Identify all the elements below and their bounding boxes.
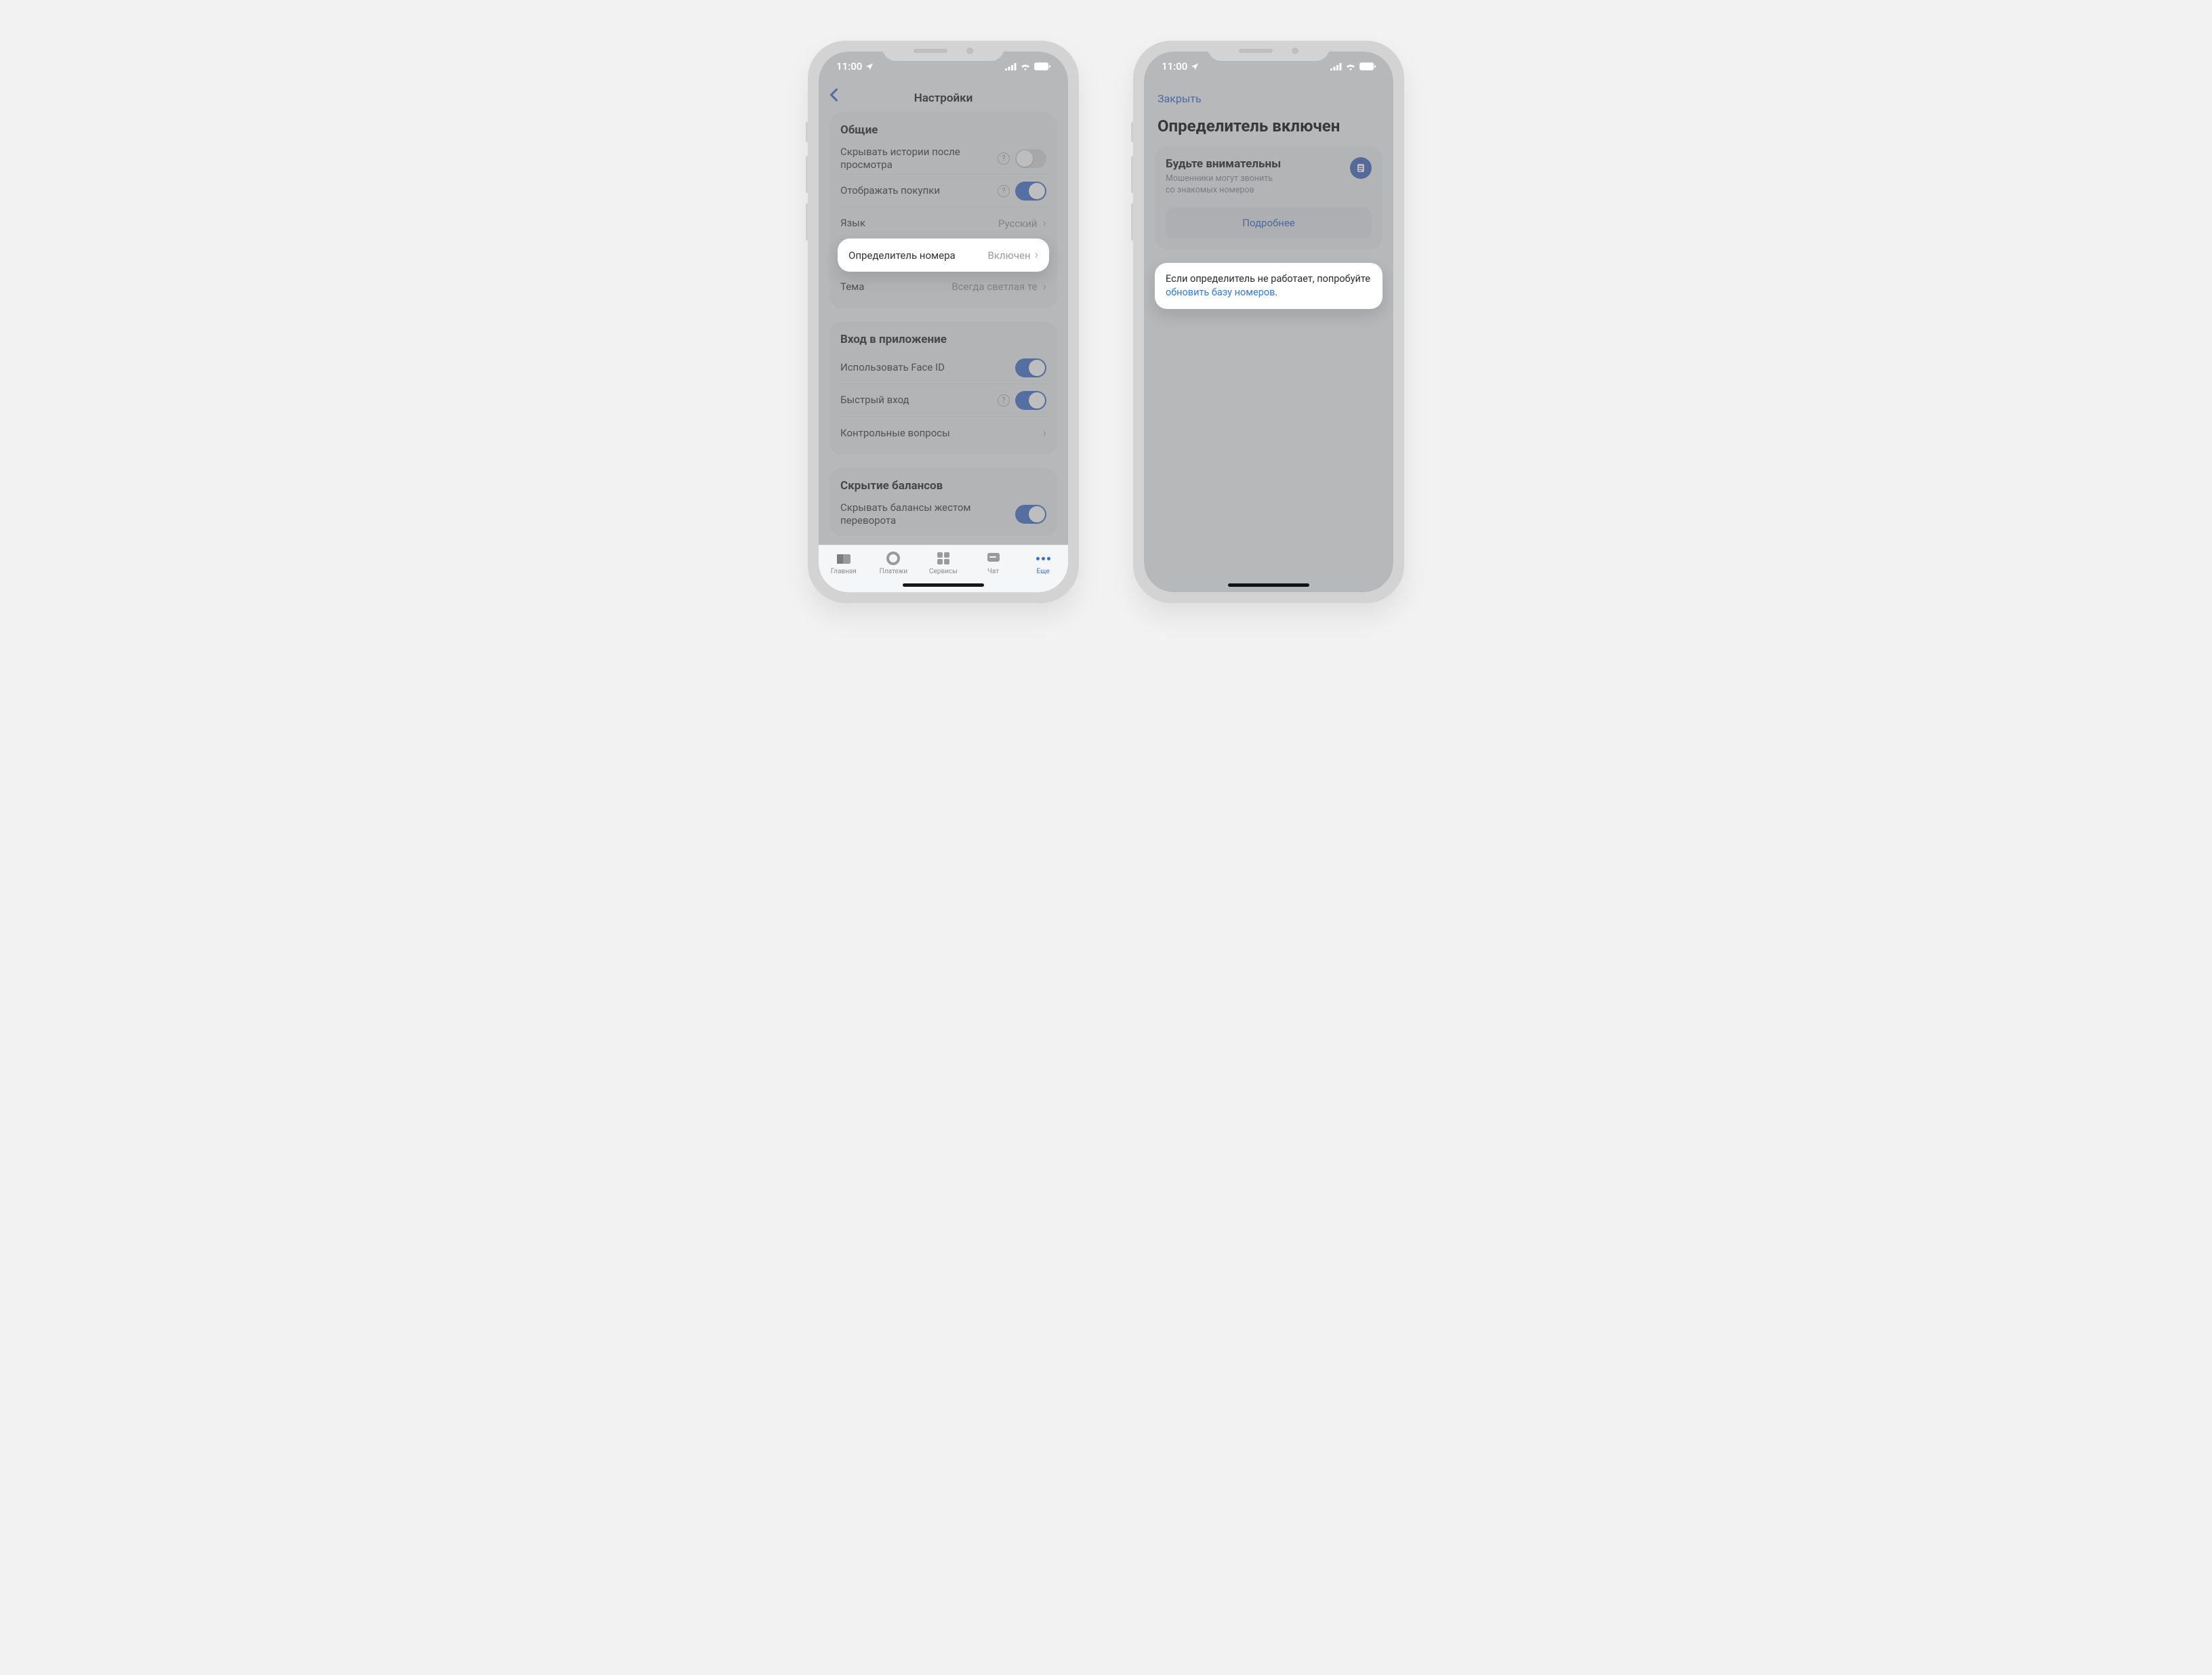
- toggle-face-id[interactable]: [1015, 358, 1046, 377]
- battery-icon: [1034, 62, 1050, 70]
- settings-content: Общие Скрывать истории после просмотра ?…: [819, 112, 1068, 592]
- cellular-icon: [1005, 63, 1017, 70]
- section-general: Общие Скрывать истории после просмотра ?…: [830, 112, 1057, 308]
- tab-payments[interactable]: Платежи: [869, 551, 919, 575]
- section-login: Вход в приложение Использовать Face ID Б…: [830, 322, 1057, 455]
- status-indicators: [1330, 62, 1376, 70]
- row-value: Включен: [987, 249, 1030, 262]
- chevron-right-icon: ›: [1043, 280, 1046, 294]
- doc-icon: [1357, 163, 1365, 173]
- close-button[interactable]: Закрыть: [1158, 92, 1202, 105]
- home-icon: [836, 551, 851, 566]
- update-tip-card: Если определитель не работает, попробуйт…: [1155, 263, 1382, 310]
- help-icon[interactable]: ?: [998, 152, 1010, 165]
- cellular-icon: [1330, 63, 1342, 70]
- tab-label: Платежи: [880, 568, 907, 575]
- tab-more[interactable]: Еще: [1018, 551, 1068, 575]
- section-login-title: Вход в приложение: [840, 333, 1046, 346]
- row-hide-stories[interactable]: Скрывать истории после просмотра ?: [840, 142, 1046, 175]
- device-notch: [1208, 41, 1330, 61]
- toggle-hide-balances[interactable]: [1015, 505, 1046, 524]
- row-show-purchases[interactable]: Отображать покупки ?: [840, 175, 1046, 207]
- services-icon: [936, 551, 951, 566]
- row-label: Быстрый вход: [840, 394, 992, 407]
- caller-id-content: Определитель включен Будьте внимательны …: [1144, 112, 1393, 592]
- caution-card: Будьте внимательны Мошенники могут звони…: [1155, 146, 1382, 249]
- section-general-title: Общие: [840, 123, 1046, 137]
- update-db-link[interactable]: обновить базу номеров: [1166, 287, 1275, 298]
- phone-frame-left: 11:00 Настройки Общие Скрывать истории п…: [808, 41, 1079, 603]
- speaker-slot: [914, 49, 947, 53]
- screen-settings: 11:00 Настройки Общие Скрывать истории п…: [819, 51, 1068, 592]
- wifi-icon: [1345, 62, 1356, 70]
- page-title: Определитель включен: [1155, 112, 1382, 146]
- front-camera: [1292, 47, 1298, 54]
- home-indicator[interactable]: [1228, 583, 1309, 587]
- row-label: Контрольные вопросы: [840, 427, 1038, 440]
- row-caller-id[interactable]: Определитель номера Включен ›: [838, 239, 1049, 272]
- more-icon: [1036, 551, 1050, 566]
- row-label: Скрывать балансы жестом переворота: [840, 501, 1010, 527]
- tab-label: Главная: [831, 568, 857, 575]
- toggle-hide-stories[interactable]: [1015, 149, 1046, 168]
- screen-caller-id: 11:00 Закрыть Определитель включен Будьт…: [1144, 51, 1393, 592]
- row-label: Определитель номера: [848, 249, 956, 262]
- row-label: Использовать Face ID: [840, 361, 1010, 374]
- chevron-left-icon: [830, 88, 838, 102]
- status-time: 11:00: [836, 60, 862, 73]
- tab-label: Чат: [987, 568, 999, 575]
- tab-label: Еще: [1037, 568, 1050, 575]
- tip-text-before: Если определитель не работает, попробуйт…: [1166, 273, 1370, 285]
- tab-services[interactable]: Сервисы: [918, 551, 968, 575]
- page-title: Настройки: [914, 91, 973, 105]
- status-time-area: 11:00: [1162, 60, 1199, 73]
- caution-subtitle: Мошенники могут звонить со знакомых номе…: [1166, 173, 1281, 197]
- tab-label: Сервисы: [929, 568, 958, 575]
- row-face-id[interactable]: Использовать Face ID: [840, 352, 1046, 384]
- row-label: Скрывать истории после просмотра: [840, 146, 992, 171]
- back-button[interactable]: [830, 88, 838, 106]
- row-label: Язык: [840, 217, 993, 230]
- row-hide-balances-flip[interactable]: Скрывать балансы жестом переворота: [840, 498, 1046, 531]
- battery-icon: [1359, 62, 1376, 70]
- help-icon[interactable]: ?: [998, 185, 1010, 197]
- row-label: Отображать покупки: [840, 184, 992, 197]
- row-security-questions[interactable]: Контрольные вопросы ›: [840, 417, 1046, 449]
- row-theme[interactable]: Тема Всегда светлая те ›: [840, 270, 1046, 303]
- device-notch: [882, 41, 1004, 61]
- tab-chat[interactable]: Чат: [968, 551, 1019, 575]
- chevron-right-icon: ›: [1035, 248, 1038, 262]
- row-value: Всегда светлая те: [951, 281, 1037, 293]
- tab-home[interactable]: Главная: [819, 551, 869, 575]
- tip-text-after: .: [1275, 287, 1277, 298]
- row-label: Тема: [840, 281, 946, 293]
- speaker-slot: [1239, 49, 1273, 53]
- row-value: Русский: [998, 218, 1038, 230]
- front-camera: [966, 47, 973, 54]
- wifi-icon: [1020, 62, 1031, 70]
- payments-icon: [886, 551, 901, 566]
- row-fast-login[interactable]: Быстрый вход ?: [840, 384, 1046, 417]
- phone-frame-right: 11:00 Закрыть Определитель включен Будьт…: [1133, 41, 1404, 603]
- location-icon: [865, 62, 874, 70]
- caution-title: Будьте внимательны: [1166, 157, 1281, 171]
- status-indicators: [1005, 62, 1050, 70]
- chevron-right-icon: ›: [1043, 426, 1046, 440]
- toggle-show-purchases[interactable]: [1015, 182, 1046, 201]
- row-language[interactable]: Язык Русский ›: [840, 207, 1046, 240]
- section-hide-balances: Скрытие балансов Скрывать балансы жестом…: [830, 468, 1057, 536]
- home-indicator[interactable]: [903, 583, 984, 587]
- learn-more-button[interactable]: Подробнее: [1166, 207, 1372, 239]
- toggle-fast-login[interactable]: [1015, 391, 1046, 410]
- info-icon: [1350, 157, 1372, 179]
- section-hide-balances-title: Скрытие балансов: [840, 479, 1046, 493]
- status-time-area: 11:00: [836, 60, 874, 73]
- chat-icon: [986, 551, 1001, 566]
- help-icon[interactable]: ?: [998, 394, 1010, 407]
- chevron-right-icon: ›: [1043, 216, 1046, 230]
- status-time: 11:00: [1162, 60, 1187, 73]
- location-icon: [1191, 62, 1199, 70]
